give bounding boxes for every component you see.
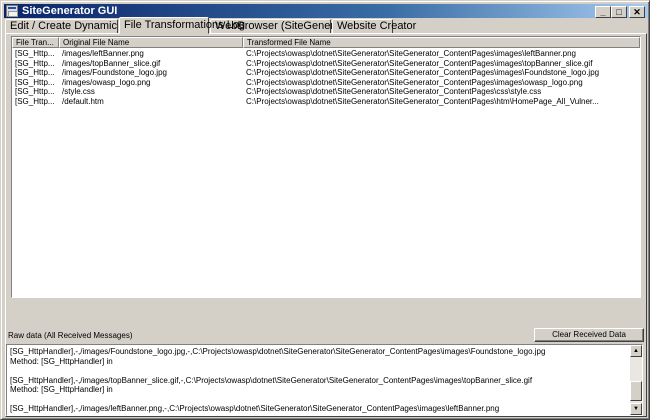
cell-transformed-file: C:\Projects\owasp\dotnet\SiteGenerator\S… [246, 87, 542, 96]
window-title: SiteGenerator GUI [22, 5, 118, 17]
cell-transformed-file: C:\Projects\owasp\dotnet\SiteGenerator\S… [246, 49, 576, 58]
cell-original-file: /default.htm [62, 96, 104, 106]
list-header: File Tran... Original File Name Transfor… [12, 37, 640, 48]
raw-data-scrollbar[interactable]: ▲ ▼ [630, 345, 642, 415]
clear-received-data-button[interactable]: Clear Received Data [534, 328, 644, 342]
column-header-original-file-name[interactable]: Original File Name [59, 37, 243, 48]
column-header-file-transformer[interactable]: File Tran... [12, 37, 59, 48]
raw-data-line: [SG_HttpHandler],-,/images/Foundstone_lo… [10, 347, 546, 356]
app-window: SiteGenerator GUI _ □ ✕ Edit / Create Dy… [0, 0, 650, 420]
raw-data-lines: [SG_HttpHandler],-,/images/Foundstone_lo… [10, 347, 630, 414]
cell-original-file: /images/leftBanner.png [62, 49, 144, 58]
file-transformations-panel: File Tran... Original File Name Transfor… [5, 33, 647, 417]
table-row[interactable]: [SG_Http... /images/owasp_logo.png C:\Pr… [12, 78, 640, 87]
raw-data-line: [SG_HttpHandler],-,/images/leftBanner.pn… [10, 404, 500, 413]
cell-original-file: /images/topBanner_slice.gif [62, 58, 161, 68]
app-window-icon[interactable] [6, 5, 18, 17]
table-row[interactable]: [SG_Http... /default.htm C:\Projects\owa… [12, 97, 640, 106]
cell-handler: [SG_Http... [15, 68, 55, 77]
table-row[interactable]: [SG_Http... /images/leftBanner.png C:\Pr… [12, 49, 640, 58]
raw-data-textbox[interactable]: [SG_HttpHandler],-,/images/Foundstone_lo… [6, 344, 643, 416]
scroll-down-arrow-icon[interactable]: ▼ [630, 403, 642, 415]
cell-handler: [SG_Http... [15, 77, 55, 87]
cell-original-file: /style.css [62, 87, 95, 96]
table-row[interactable]: [SG_Http... /images/topBanner_slice.gif … [12, 59, 640, 68]
tab-edit-create-dynamic-websites[interactable]: Edit / Create Dynamic Websites [5, 19, 165, 34]
scrollbar-thumb[interactable] [630, 381, 642, 401]
cell-transformed-file: C:\Projects\owasp\dotnet\SiteGenerator\S… [246, 96, 599, 106]
raw-data-label: Raw data (All Received Messages) [8, 331, 133, 340]
raw-data-line: [SG_HttpHandler],-,/images/topBanner_sli… [10, 375, 533, 385]
table-row[interactable]: [SG_Http... /style.css C:\Projects\owasp… [12, 87, 640, 96]
tab-website-creator[interactable]: Website Creator [332, 19, 416, 34]
raw-data-line [10, 395, 630, 405]
cell-original-file: /images/owasp_logo.png [62, 77, 151, 87]
table-row[interactable]: [SG_Http... /images/Foundstone_logo.jpg … [12, 68, 640, 77]
scroll-up-arrow-icon[interactable]: ▲ [630, 345, 642, 357]
cell-handler: [SG_Http... [15, 87, 55, 96]
cell-transformed-file: C:\Projects\owasp\dotnet\SiteGenerator\S… [246, 77, 583, 87]
cell-original-file: /images/Foundstone_logo.jpg [62, 68, 167, 77]
cell-handler: [SG_Http... [15, 58, 55, 68]
column-header-transformed-file-name[interactable]: Transformed File Name [243, 37, 640, 48]
cell-handler: [SG_Http... [15, 49, 55, 58]
transformations-list[interactable]: File Tran... Original File Name Transfor… [11, 36, 641, 298]
title-bar[interactable]: SiteGenerator GUI _ □ ✕ [4, 4, 648, 18]
tab-file-transformations-log[interactable]: File Transformations Log [119, 17, 245, 34]
tab-strip: Edit / Create Dynamic Websites File Tran… [5, 17, 645, 34]
cell-handler: [SG_Http... [15, 96, 55, 106]
cell-transformed-file: C:\Projects\owasp\dotnet\SiteGenerator\S… [246, 68, 600, 77]
raw-data-line [10, 366, 630, 376]
raw-data-line: Method: [SG_HttpHandler] in [10, 385, 113, 394]
raw-data-line: Method: [SG_HttpHandler] in [10, 356, 113, 366]
cell-transformed-file: C:\Projects\owasp\dotnet\SiteGenerator\S… [246, 58, 593, 68]
